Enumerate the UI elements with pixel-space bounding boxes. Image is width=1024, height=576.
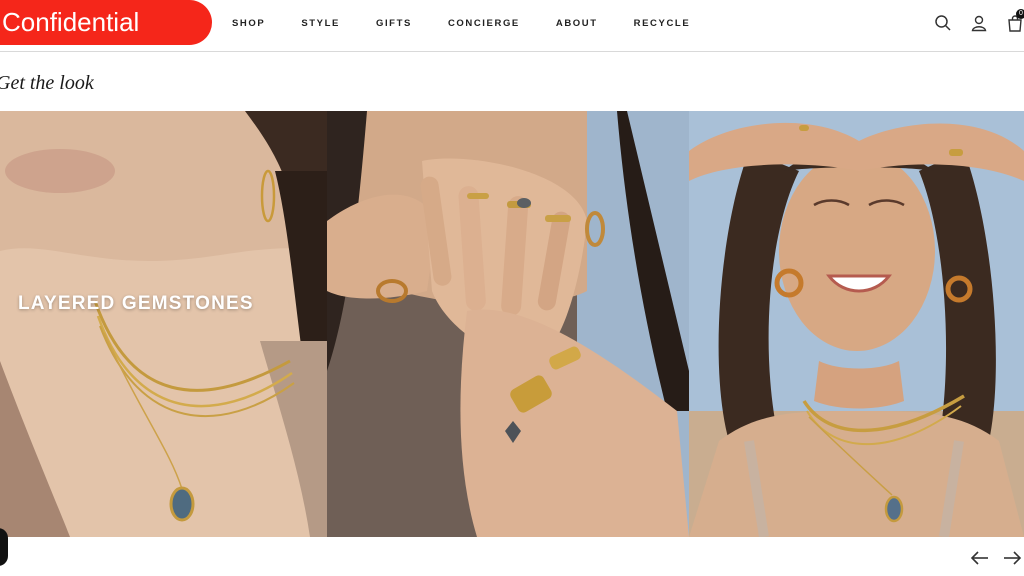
cart-count-badge: 0: [1016, 9, 1024, 19]
site-header: Confidential SHOP STYLE GIFTS CONCIERGE …: [0, 0, 1024, 52]
tile-caption: LAYERED GEMSTONES: [18, 293, 254, 314]
nav-item-concierge[interactable]: CONCIERGE: [448, 18, 520, 29]
nav-item-style[interactable]: STYLE: [301, 18, 340, 29]
header-icons: 0: [916, 9, 1024, 32]
search-icon[interactable]: [934, 14, 952, 32]
section-title: Get the look: [0, 72, 94, 94]
nav-item-about[interactable]: ABOUT: [556, 18, 598, 29]
bag-icon[interactable]: 0: [1006, 9, 1024, 32]
chat-launcher-tab[interactable]: [0, 528, 8, 566]
main-nav: SHOP STYLE GIFTS CONCIERGE ABOUT RECYCLE: [232, 18, 726, 29]
user-icon[interactable]: [970, 14, 988, 32]
nav-item-shop[interactable]: SHOP: [232, 18, 265, 29]
arrow-right-icon[interactable]: [1002, 550, 1022, 566]
nav-item-recycle[interactable]: RECYCLE: [634, 18, 691, 29]
model-rings-image: [327, 111, 689, 537]
look-gallery: LAYERED GEMSTONES: [0, 111, 1024, 537]
model-smiling-image: [689, 111, 1024, 537]
gallery-tile-layered-gemstones[interactable]: LAYERED GEMSTONES: [0, 111, 327, 537]
arrow-left-icon[interactable]: [970, 550, 990, 566]
gallery-tile-rings[interactable]: [327, 111, 689, 537]
gallery-tile-smiling-model[interactable]: [689, 111, 1024, 537]
model-necklace-image: [0, 111, 327, 537]
confidential-badge: Confidential: [0, 0, 212, 45]
nav-item-gifts[interactable]: GIFTS: [376, 18, 412, 29]
carousel-controls: [958, 550, 1022, 566]
